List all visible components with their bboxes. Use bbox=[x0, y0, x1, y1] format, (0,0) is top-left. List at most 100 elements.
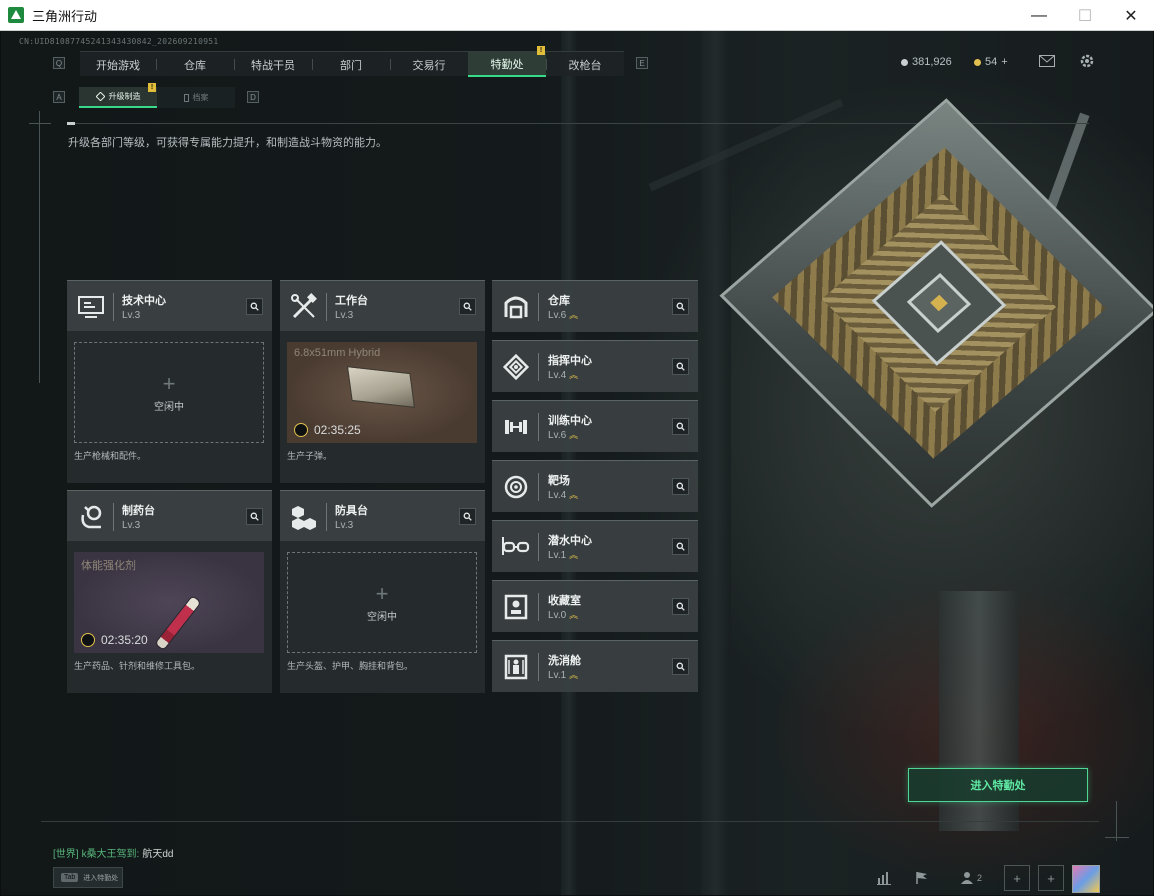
upgrade-arrow-icon: ︽ bbox=[569, 550, 579, 560]
mail-icon[interactable] bbox=[1038, 53, 1056, 69]
tab-shortcut-hint[interactable]: Tab 进入特勤处 bbox=[53, 867, 123, 888]
tab-special-ops[interactable]: 特勤处 bbox=[468, 52, 546, 77]
search-button[interactable] bbox=[459, 508, 476, 525]
search-button[interactable] bbox=[672, 538, 689, 555]
department-decon-chamber[interactable]: 洗消舱 Lv.1 ︽ bbox=[492, 640, 698, 692]
department-level: Lv.6 ︽ bbox=[548, 310, 578, 321]
nav-next-key[interactable]: E bbox=[636, 57, 648, 69]
gem-add-icon[interactable]: + bbox=[1001, 56, 1007, 68]
user-uid: CN:UID8108774524134343084​2_2026092​1095… bbox=[19, 37, 219, 46]
close-button[interactable]: ✕ bbox=[1108, 0, 1154, 31]
header-separator bbox=[538, 593, 539, 621]
chat-line[interactable]: [世界] k桑大王驾到: 航天dd bbox=[53, 845, 173, 860]
card-name: 技术中心 bbox=[122, 295, 166, 307]
header-separator bbox=[538, 353, 539, 381]
department-shooting-range[interactable]: 靶场 Lv.4 ︽ bbox=[492, 460, 698, 512]
add-icon: + bbox=[375, 580, 389, 606]
department-collection-room[interactable]: 收藏室 Lv.0 ︽ bbox=[492, 580, 698, 632]
department-name: 潜水中心 bbox=[548, 535, 592, 547]
department-level: Lv.4 ︽ bbox=[548, 490, 578, 501]
craft-icon bbox=[95, 92, 105, 101]
header-separator bbox=[113, 503, 114, 531]
upgrade-arrow-icon: ︽ bbox=[569, 490, 579, 500]
search-button[interactable] bbox=[672, 418, 689, 435]
card-level: Lv.3 bbox=[122, 310, 141, 321]
search-button[interactable] bbox=[246, 298, 263, 315]
flag-icon[interactable] bbox=[911, 864, 933, 892]
department-training-center[interactable]: 训练中心 Lv.6 ︽ bbox=[492, 400, 698, 452]
gem-balance[interactable]: 54 + bbox=[974, 56, 1008, 68]
minimize-button[interactable]: — bbox=[1016, 0, 1062, 31]
deco-line bbox=[1105, 837, 1129, 838]
upgrade-arrow-icon: ︽ bbox=[569, 310, 579, 320]
card-header: 技术中心 Lv.3 bbox=[67, 280, 272, 331]
card-level: Lv.3 bbox=[335, 520, 354, 531]
tab-department[interactable]: 部门 bbox=[312, 52, 390, 77]
department-name: 收藏室 bbox=[548, 595, 581, 607]
level-text: Lv.0 bbox=[548, 610, 567, 621]
empty-production-slot[interactable]: + 空闲中 bbox=[287, 552, 477, 653]
sub-tabs: 升级制造 档案 bbox=[79, 87, 235, 108]
search-icon bbox=[250, 512, 259, 521]
microscope-icon bbox=[75, 501, 107, 533]
tab-gunsmith[interactable]: 改枪台 bbox=[546, 52, 624, 77]
search-button[interactable] bbox=[672, 658, 689, 675]
production-slot-medicine[interactable]: 体能强化剂 02:35:20 bbox=[74, 552, 264, 653]
department-diving-center[interactable]: 潜水中心 Lv.1 ︽ bbox=[492, 520, 698, 572]
coin-balance: 381,926 bbox=[901, 56, 952, 68]
window-controls: — ☐ ✕ bbox=[1016, 0, 1154, 31]
add-slot-1-icon[interactable]: + bbox=[1004, 865, 1030, 891]
subnav-next-key[interactable]: D bbox=[247, 91, 259, 103]
app-logo-icon bbox=[8, 7, 24, 23]
search-button[interactable] bbox=[672, 298, 689, 315]
slot-status: 空闲中 bbox=[367, 611, 397, 623]
level-text: Lv.1 bbox=[548, 550, 567, 561]
department-level: Lv.0 ︽ bbox=[548, 610, 578, 621]
production-card-pharmacy: 制药台 Lv.3 体能强化剂 02:35:20 生产药品、针剂和维修工具包。 bbox=[67, 490, 272, 693]
search-button[interactable] bbox=[459, 298, 476, 315]
subnav-prev-key[interactable]: A bbox=[53, 91, 65, 103]
production-card-armor: 防具台 Lv.3 + 空闲中 生产头盔、护甲、胸挂和背包。 bbox=[280, 490, 485, 693]
upgrade-arrow-icon: ︽ bbox=[569, 370, 579, 380]
department-name: 靶场 bbox=[548, 475, 570, 487]
window-title: 三角洲行动 bbox=[32, 8, 98, 24]
production-slot-ammo[interactable]: 6.8x51mm Hybrid 02:35:25 bbox=[287, 342, 477, 443]
settings-gear-icon[interactable] bbox=[1078, 53, 1096, 69]
card-description: 生产药品、针剂和维修工具包。 bbox=[74, 661, 201, 671]
tab-operators[interactable]: 特战干员 bbox=[234, 52, 312, 77]
card-name: 防具台 bbox=[335, 505, 368, 517]
department-warehouse[interactable]: 仓库 Lv.6 ︽ bbox=[492, 280, 698, 332]
subtab-upgrade-craft[interactable]: 升级制造 bbox=[79, 87, 157, 108]
enter-special-ops-button[interactable]: 进入特勤处 bbox=[908, 768, 1088, 802]
subtab-archive[interactable]: 档案 bbox=[157, 87, 235, 108]
player-avatar[interactable] bbox=[1072, 865, 1100, 893]
archive-icon bbox=[183, 93, 189, 102]
card-level: Lv.3 bbox=[122, 520, 141, 531]
special-ops-cube-artwork bbox=[719, 98, 1153, 508]
empty-production-slot[interactable]: + 空闲中 bbox=[74, 342, 264, 443]
friends-button[interactable]: 2 bbox=[956, 864, 986, 892]
injector-image bbox=[154, 594, 202, 652]
tab-start-game[interactable]: 开始游戏 bbox=[80, 52, 156, 77]
search-icon bbox=[676, 542, 685, 551]
coin-amount: 381,926 bbox=[912, 56, 952, 68]
search-icon bbox=[676, 602, 685, 611]
goggles-icon bbox=[500, 531, 532, 563]
maximize-button[interactable]: ☐ bbox=[1062, 0, 1108, 31]
search-button[interactable] bbox=[672, 598, 689, 615]
add-slot-2-icon[interactable]: + bbox=[1038, 865, 1064, 891]
tab-trade[interactable]: 交易行 bbox=[390, 52, 468, 77]
search-icon bbox=[676, 422, 685, 431]
friends-count: 2 bbox=[976, 873, 982, 883]
stats-chart-icon[interactable] bbox=[873, 864, 895, 892]
item-name: 6.8x51mm Hybrid bbox=[294, 347, 381, 359]
card-header: 制药台 Lv.3 bbox=[67, 490, 272, 541]
tab-warehouse[interactable]: 仓库 bbox=[156, 52, 234, 77]
item-name: 体能强化剂 bbox=[81, 560, 136, 572]
search-button[interactable] bbox=[246, 508, 263, 525]
department-command-center[interactable]: 指挥中心 Lv.4 ︽ bbox=[492, 340, 698, 392]
nav-prev-key[interactable]: Q bbox=[53, 57, 65, 69]
search-button[interactable] bbox=[672, 358, 689, 375]
upgrade-arrow-icon: ︽ bbox=[569, 610, 579, 620]
search-button[interactable] bbox=[672, 478, 689, 495]
